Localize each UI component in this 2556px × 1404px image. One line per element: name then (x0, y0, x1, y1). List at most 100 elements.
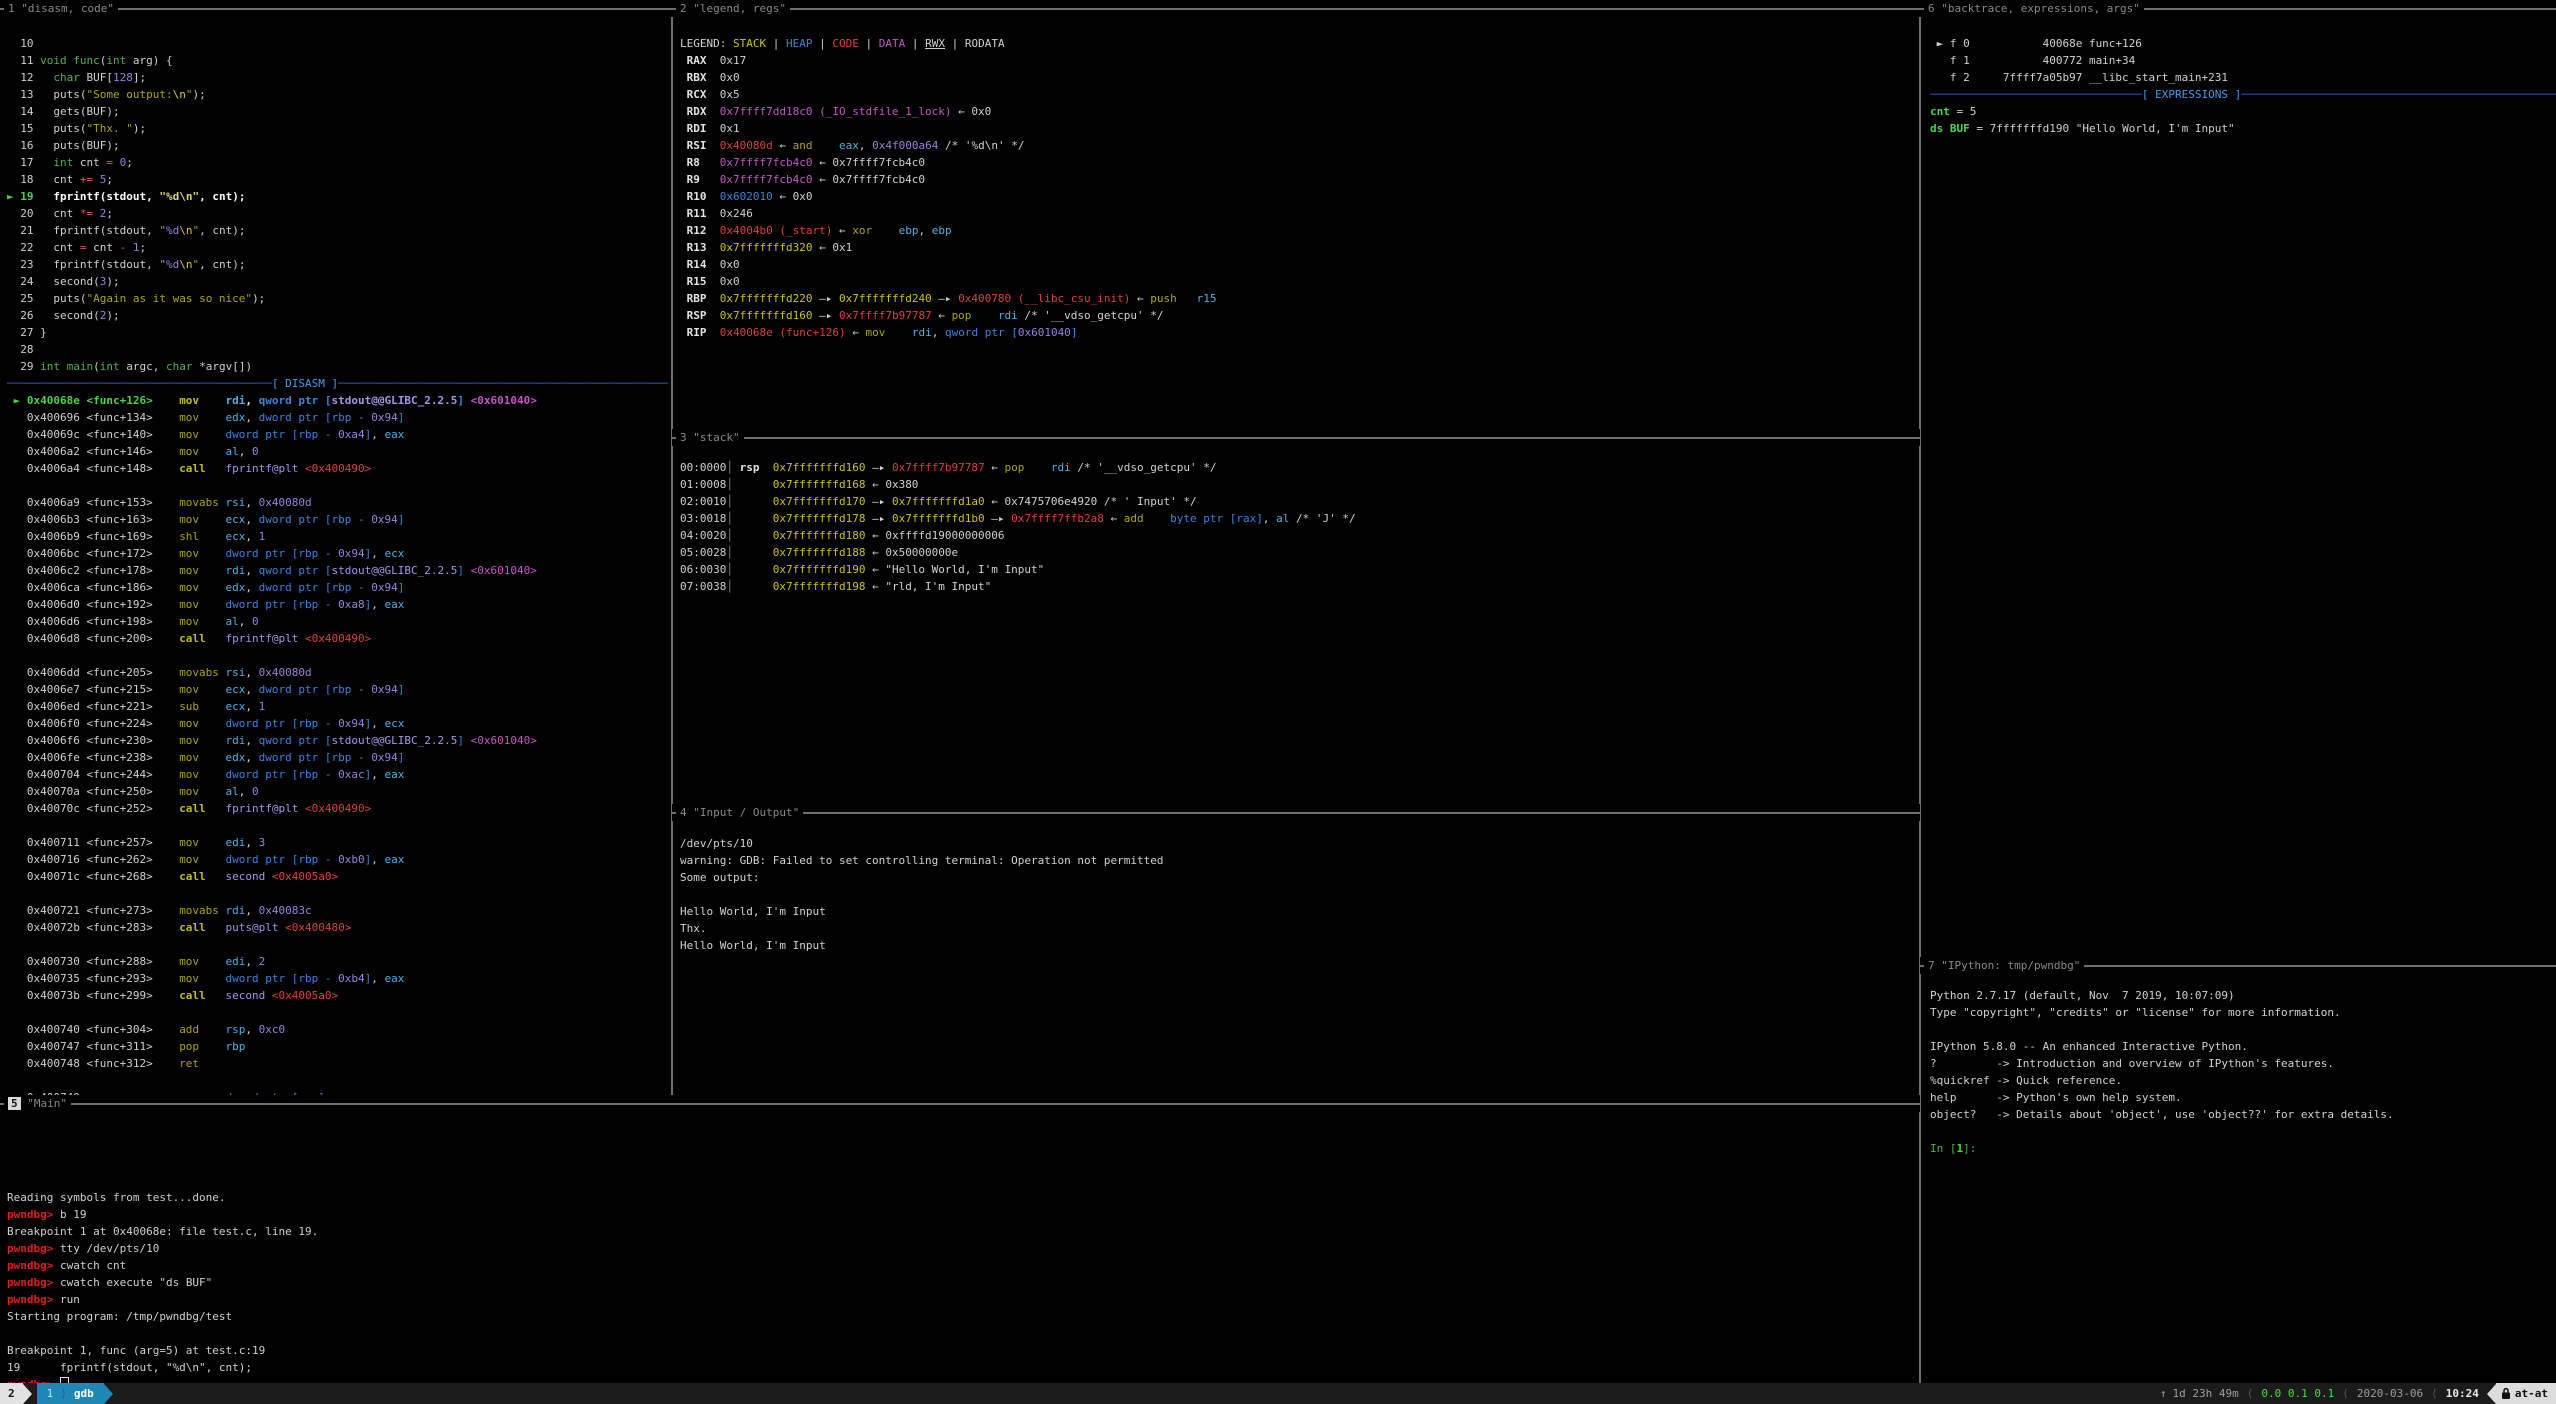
pane-stack[interactable]: 00:0000│ rsp 0x7fffffffd160 —▸ 0x7ffff7b… (680, 459, 1916, 811)
pane-disasm-code[interactable]: 10 11 void func(int arg) { 12 char BUF[1… (7, 35, 668, 1107)
terminal-line: 01:0008│ 0x7fffffffd168 ← 0x380 (680, 476, 1916, 493)
terminal-line: 0x400730 <func+288> mov edi, 2 (7, 953, 668, 970)
terminal-line: RAX 0x17 (680, 52, 1916, 69)
pane-backtrace-expressions[interactable]: ► f 0 40068e func+126 f 1 400772 main+34… (1930, 35, 2556, 965)
terminal-line: LEGEND: STACK | HEAP | CODE | DATA | RWX… (680, 35, 1916, 52)
uptime-text: 1d 23h 49m (2167, 1383, 2239, 1404)
pane-border-top[interactable]: 1 "disasm, code" 2 "legend, regs" 6 "bac… (0, 0, 2556, 17)
pane-border-io[interactable]: 4 "Input / Output" (672, 804, 1920, 821)
terminal-line (7, 647, 668, 664)
terminal-line: 0x40070a <func+250> mov al, 0 (7, 783, 668, 800)
window-index: 1 (47, 1383, 54, 1404)
pane-main-gdb-console[interactable]: Reading symbols from test...done.pwndbg>… (7, 1121, 1915, 1393)
terminal-line: pwndbg> tty /dev/pts/10 (7, 1240, 1915, 1257)
terminal-line: 0x400721 <func+273> movabs rdi, 0x40083c (7, 902, 668, 919)
terminal-line: 0x40072b <func+283> call puts@plt <0x400… (7, 919, 668, 936)
terminal-line (7, 1121, 1915, 1138)
terminal-line: RSP 0x7fffffffd160 —▸ 0x7ffff7b97787 ← p… (680, 307, 1916, 324)
terminal-line: pwndbg> cwatch cnt (7, 1257, 1915, 1274)
status-date: 2020-03-06 (2357, 1383, 2423, 1404)
window-item-gdb[interactable]: 1 ⟩ gdb (37, 1383, 104, 1404)
pane-border-vertical-right[interactable] (1919, 8, 1921, 1383)
terminal-line: RSI 0x40080d ← and eax, 0x4f000a64 /* '%… (680, 137, 1916, 154)
terminal-line: 14 gets(BUF); (7, 103, 668, 120)
terminal-line (7, 1138, 1915, 1155)
terminal-line: 0x400711 <func+257> mov edi, 3 (7, 834, 668, 851)
terminal-line: f 2 7ffff7a05b97 __libc_start_main+231 (1930, 69, 2556, 86)
pane-title-stack: 3 "stack" (676, 429, 744, 446)
status-right: ↑1d 23h 49m ⟨ 0.0 0.1 0.1 ⟨ 2020-03-06 ⟨… (2160, 1383, 2556, 1404)
window-name: gdb (74, 1383, 100, 1404)
uptime-arrow-icon: ↑ (2160, 1383, 2167, 1404)
pane-border-ipython[interactable]: 7 "IPython: tmp/pwndbg" (1920, 957, 2556, 974)
pane-legend-regs[interactable]: LEGEND: STACK | HEAP | CODE | DATA | RWX… (680, 35, 1916, 447)
chevron-left-icon: ⟨ (2423, 1383, 2446, 1404)
terminal-line: 05:0028│ 0x7fffffffd188 ← 0x50000000e (680, 544, 1916, 561)
active-pane-number: 5 (8, 1097, 21, 1110)
terminal-line: Hello World, I'm Input (680, 903, 1916, 920)
chevron-left-icon: ⟨ (2239, 1383, 2262, 1404)
pane-border-main[interactable]: 5 "Main" (0, 1095, 1920, 1112)
terminal-line: help -> Python's own help system. (1930, 1089, 2556, 1106)
terminal-line: 0x4006a4 <func+148> call fprintf@plt <0x… (7, 460, 668, 477)
terminal-line: R11 0x246 (680, 205, 1916, 222)
terminal-line: 11 void func(int arg) { (7, 52, 668, 69)
terminal-line: Breakpoint 1 at 0x40068e: file test.c, l… (7, 1223, 1915, 1240)
terminal-line: ────────────────────────────────[ EXPRES… (1930, 86, 2556, 103)
terminal-line: R14 0x0 (680, 256, 1916, 273)
terminal-line: %quickref -> Quick reference. (1930, 1072, 2556, 1089)
terminal-line: pwndbg> b 19 (7, 1206, 1915, 1223)
terminal-line: 0x40070c <func+252> call fprintf@plt <0x… (7, 800, 668, 817)
pane-title-text: "legend, regs" (687, 2, 786, 15)
terminal-line (7, 1072, 668, 1089)
terminal-line: 25 puts("Again as it was so nice"); (7, 290, 668, 307)
pane-ipython[interactable]: Python 2.7.17 (default, Nov 7 2019, 10:0… (1930, 987, 2556, 1387)
session-badge[interactable]: 2 (0, 1383, 23, 1404)
terminal-line: pwndbg> run (7, 1291, 1915, 1308)
powerline-arrow-icon (104, 1384, 113, 1404)
terminal-line: 19 fprintf(stdout, "%d\n", cnt); (7, 1359, 1915, 1376)
terminal-line: 0x4006d6 <func+198> mov al, 0 (7, 613, 668, 630)
pane-number: 6 (1928, 2, 1935, 15)
terminal-line (7, 1325, 1915, 1342)
pane-border-vertical-left[interactable] (671, 8, 673, 1100)
terminal-line: ds BUF = 7fffffffd190 "Hello World, I'm … (1930, 120, 2556, 137)
terminal-line: /dev/pts/10 (680, 835, 1916, 852)
pane-title-text: "IPython: tmp/pwndbg" (1935, 959, 2081, 972)
tmux-pwndbg-screen: { "colors":{ "background":"#000000","sta… (0, 0, 2556, 1404)
terminal-line: 21 fprintf(stdout, "%d\n", cnt); (7, 222, 668, 239)
pane-title-text: "backtrace, expressions, args" (1935, 2, 2140, 15)
terminal-line: 26 second(2); (7, 307, 668, 324)
terminal-line: 02:0010│ 0x7fffffffd170 —▸ 0x7fffffffd1a… (680, 493, 1916, 510)
terminal-line: 0x4006dd <func+205> movabs rsi, 0x40080d (7, 664, 668, 681)
terminal-line: object? -> Details about 'object', use '… (1930, 1106, 2556, 1123)
status-time: 10:24 (2446, 1383, 2487, 1404)
terminal-line (1930, 1123, 2556, 1140)
terminal-line: 0x4006e7 <func+215> mov ecx, dword ptr [… (7, 681, 668, 698)
terminal-line: 0x40071c <func+268> call second <0x4005a… (7, 868, 668, 885)
terminal-line (7, 817, 668, 834)
pane-input-output[interactable]: /dev/pts/10warning: GDB: Failed to set c… (680, 835, 1916, 1103)
powerline-arrow-icon (23, 1384, 32, 1404)
terminal-line: 0x4006ca <func+186> mov edx, dword ptr [… (7, 579, 668, 596)
terminal-line (7, 1155, 1915, 1172)
terminal-line: pwndbg> cwatch execute "ds BUF" (7, 1274, 1915, 1291)
pane-border-stack[interactable]: 3 "stack" (672, 429, 1920, 446)
pane-number: 2 (680, 2, 687, 15)
pane-title-backtrace: 6 "backtrace, expressions, args" (1924, 0, 2144, 17)
lock-icon (2501, 1387, 2511, 1400)
terminal-line: 0x4006b9 <func+169> shl ecx, 1 (7, 528, 668, 545)
terminal-line: 10 (7, 35, 668, 52)
terminal-line: 20 cnt *= 2; (7, 205, 668, 222)
terminal-line: 04:0020│ 0x7fffffffd180 ← 0xffffd1900000… (680, 527, 1916, 544)
terminal-line: R15 0x0 (680, 273, 1916, 290)
terminal-line: 12 char BUF[128]; (7, 69, 668, 86)
terminal-line (1930, 1021, 2556, 1038)
terminal-line: R9 0x7ffff7fcb4c0 ← 0x7ffff7fcb4c0 (680, 171, 1916, 188)
terminal-line: 23 fprintf(stdout, "%d\n", cnt); (7, 256, 668, 273)
terminal-line (7, 936, 668, 953)
tmux-status-bar: 2 1 ⟩ gdb ↑1d 23h 49m ⟨ 0.0 0.1 0.1 ⟨ 20… (0, 1383, 2556, 1404)
terminal-line (7, 885, 668, 902)
terminal-line: 0x4006fe <func+238> mov edx, dword ptr [… (7, 749, 668, 766)
pane-title-regs: 2 "legend, regs" (676, 0, 790, 17)
